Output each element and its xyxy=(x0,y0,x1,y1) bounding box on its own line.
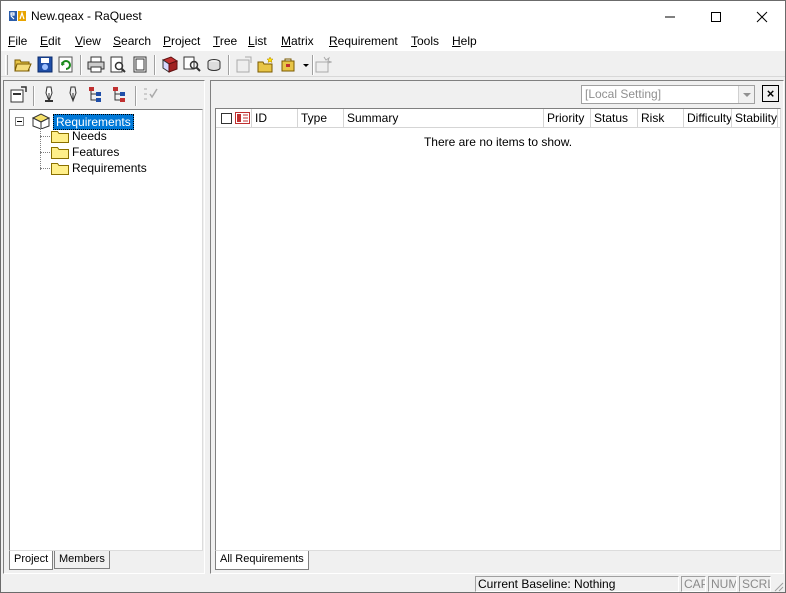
col-status[interactable]: Status xyxy=(591,109,638,128)
toolbar-separator xyxy=(80,55,82,75)
print-icon[interactable] xyxy=(87,56,105,73)
pen-icon[interactable] xyxy=(40,86,58,103)
tree-root-label[interactable]: Requirements xyxy=(53,114,134,130)
pen-alt-icon[interactable] xyxy=(64,86,82,103)
title-bar: New.qeax - RaQuest xyxy=(1,1,785,32)
find-icon[interactable] xyxy=(183,56,201,73)
expand-tree-icon[interactable] xyxy=(88,86,106,103)
settings-icon[interactable] xyxy=(314,56,332,73)
minimize-icon xyxy=(665,16,675,18)
checklist-icon[interactable] xyxy=(142,86,160,103)
folder-icon xyxy=(51,131,69,143)
new-item-icon[interactable] xyxy=(280,56,298,73)
col-summary[interactable]: Summary xyxy=(344,109,544,128)
list-pane: [Local Setting] × ID Type Summary Priori… xyxy=(210,80,784,574)
cap-indicator: CAP xyxy=(681,576,706,592)
dropdown-arrow-icon[interactable] xyxy=(303,64,309,68)
num-indicator: NUM xyxy=(708,576,737,592)
menu-bar: File Edit View Search Project Tree List … xyxy=(1,32,785,51)
baseline-status: Current Baseline: Nothing xyxy=(475,576,679,592)
minimize-button[interactable] xyxy=(647,1,693,32)
tree-toolbar xyxy=(4,81,204,108)
app-window: New.qeax - RaQuest File Edit View Search… xyxy=(0,0,786,593)
menu-edit[interactable]: Edit xyxy=(40,34,61,48)
tab-members[interactable]: Members xyxy=(54,551,110,569)
toolbar-separator xyxy=(33,86,35,106)
tree-connector xyxy=(40,152,50,153)
tree-connector xyxy=(40,168,50,169)
page-icon[interactable] xyxy=(131,56,149,73)
col-priority[interactable]: Priority xyxy=(544,109,591,128)
menu-file[interactable]: File xyxy=(8,34,27,48)
menu-requirement[interactable]: Requirement xyxy=(329,34,398,48)
tree-node-label[interactable]: Needs xyxy=(72,129,107,143)
raquest-logo-icon xyxy=(9,11,26,21)
menu-list[interactable]: List xyxy=(248,34,267,48)
chevron-down-icon[interactable] xyxy=(738,86,754,103)
project-tree[interactable]: Requirements Needs Features Requirements xyxy=(9,109,203,551)
save-icon[interactable] xyxy=(36,56,54,73)
close-icon xyxy=(756,11,768,23)
select-all-checkbox[interactable] xyxy=(221,113,232,124)
status-bar: Current Baseline: Nothing CAP NUM SCRL xyxy=(1,575,785,592)
collapse-tree-icon[interactable] xyxy=(112,86,130,103)
filter-setting-value: [Local Setting] xyxy=(585,87,662,101)
folder-icon xyxy=(51,163,69,175)
requirement-icon xyxy=(235,112,250,124)
col-type[interactable]: Type xyxy=(298,109,344,128)
maximize-button[interactable] xyxy=(693,1,739,32)
collapse-icon[interactable] xyxy=(15,117,24,126)
tree-node-label[interactable]: Requirements xyxy=(72,161,147,175)
main-toolbar xyxy=(1,52,785,77)
col-select[interactable] xyxy=(216,109,252,128)
requirements-list[interactable]: ID Type Summary Priority Status Risk Dif… xyxy=(215,108,781,551)
filter-setting-combo[interactable]: [Local Setting] xyxy=(581,85,755,104)
window-title: New.qeax - RaQuest xyxy=(31,9,142,23)
close-button[interactable] xyxy=(739,1,785,32)
refresh-icon[interactable] xyxy=(57,56,75,73)
tree-node-label[interactable]: Features xyxy=(72,145,119,159)
menu-help[interactable]: Help xyxy=(452,34,477,48)
col-stability[interactable]: Stability xyxy=(732,109,778,128)
menu-search[interactable]: Search xyxy=(113,34,151,48)
toolbar-separator xyxy=(154,55,156,75)
database-icon[interactable] xyxy=(205,56,223,73)
maximize-icon xyxy=(711,12,721,22)
col-id[interactable]: ID xyxy=(252,109,298,128)
close-filter-button[interactable]: × xyxy=(762,85,779,102)
empty-list-message: There are no items to show. xyxy=(423,135,573,149)
print-preview-icon[interactable] xyxy=(109,56,127,73)
new-folder-icon[interactable] xyxy=(257,56,275,73)
toolbar-separator xyxy=(228,55,230,75)
requirements-root-icon xyxy=(31,113,51,129)
open-icon[interactable] xyxy=(14,56,32,73)
menu-matrix[interactable]: Matrix xyxy=(281,34,314,48)
list-header: ID Type Summary Priority Status Risk Dif… xyxy=(216,109,780,128)
menu-tree[interactable]: Tree xyxy=(213,34,237,48)
tree-properties-icon[interactable] xyxy=(10,86,28,103)
tree-connector xyxy=(40,128,41,170)
tab-all-requirements[interactable]: All Requirements xyxy=(215,551,309,570)
project-pane: Requirements Needs Features Requirements… xyxy=(3,80,205,574)
tree-connector xyxy=(40,136,50,137)
resize-grip-icon[interactable] xyxy=(772,580,784,592)
col-risk[interactable]: Risk xyxy=(638,109,684,128)
tab-project[interactable]: Project xyxy=(9,551,54,570)
menu-project[interactable]: Project xyxy=(163,34,200,48)
book-icon[interactable] xyxy=(161,56,179,73)
menu-view[interactable]: View xyxy=(75,34,101,48)
scrl-indicator: SCRL xyxy=(739,576,771,592)
menu-tools[interactable]: Tools xyxy=(411,34,439,48)
folder-icon xyxy=(51,147,69,159)
col-difficulty[interactable]: Difficulty xyxy=(684,109,732,128)
toolbar-separator xyxy=(135,86,137,106)
toolbar-grip[interactable] xyxy=(5,55,8,75)
properties-icon[interactable] xyxy=(235,56,253,73)
